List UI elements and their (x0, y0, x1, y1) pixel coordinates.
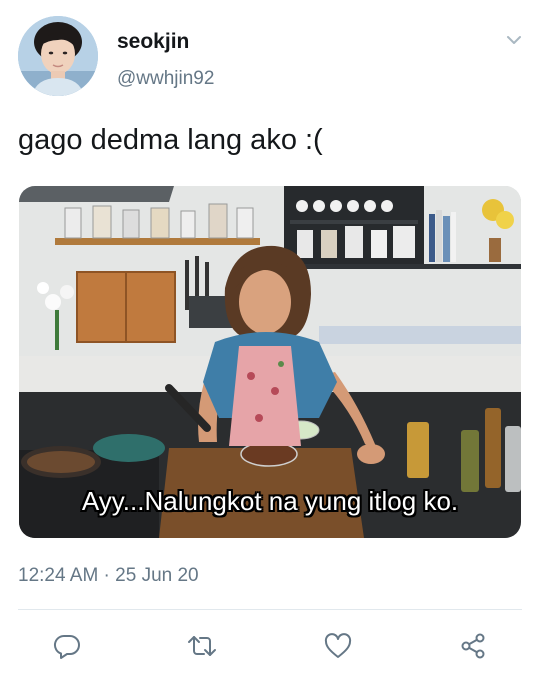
reply-icon[interactable] (49, 628, 85, 664)
like-icon[interactable] (320, 628, 356, 664)
display-name[interactable]: seokjin (117, 30, 189, 54)
retweet-icon[interactable] (184, 628, 220, 664)
tweet-media[interactable]: Ayy...Nalungkot na yung itlog ko. (19, 186, 521, 538)
avatar-image (18, 16, 98, 96)
tweet-card: seokjin @wwhjin92 gago dedma lang ako :( (0, 0, 540, 692)
tweet-text: gago dedma lang ako :( (18, 124, 323, 156)
video-subtitle: Ayy...Nalungkot na yung itlog ko. (81, 486, 459, 516)
avatar[interactable] (18, 16, 98, 96)
chevron-down-icon[interactable] (504, 30, 524, 50)
tweet-timestamp[interactable]: 12:24 AM · 25 Jun 20 (18, 565, 199, 587)
share-icon[interactable] (455, 628, 491, 664)
action-bar (0, 628, 540, 664)
user-handle[interactable]: @wwhjin92 (117, 68, 214, 90)
divider (18, 609, 522, 610)
